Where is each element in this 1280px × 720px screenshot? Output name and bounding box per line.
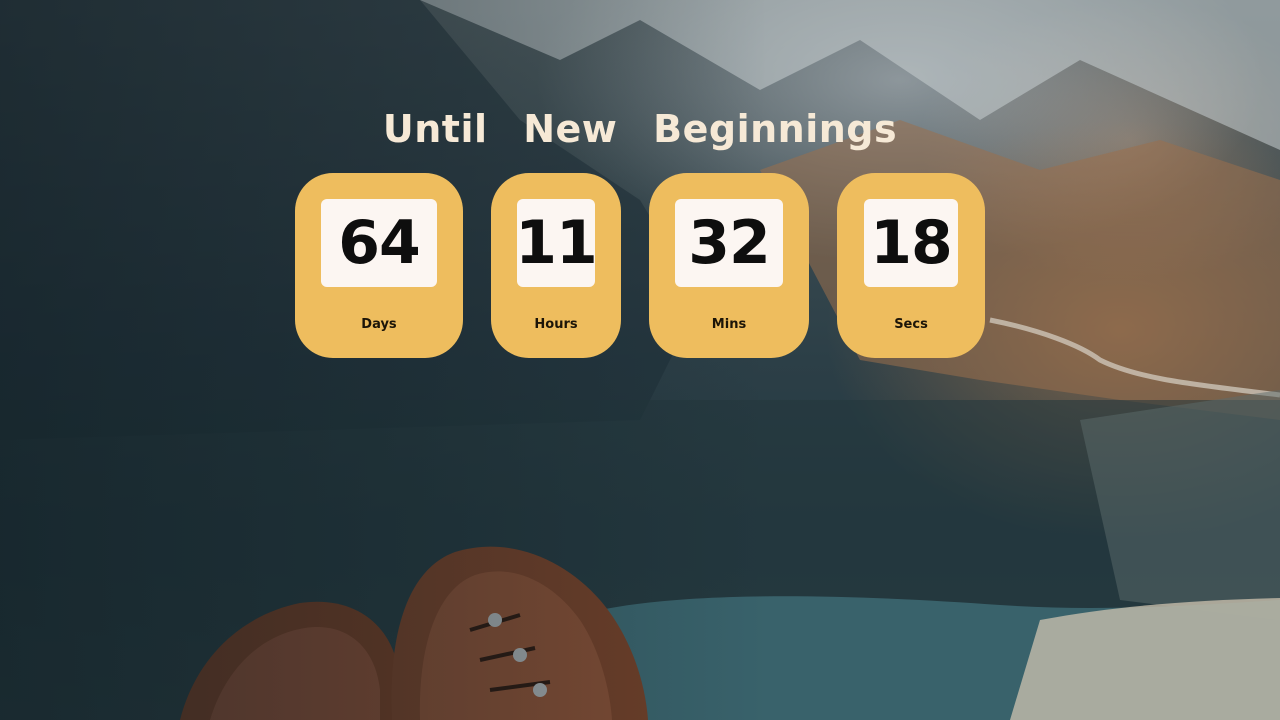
secs-label: Secs — [894, 317, 928, 332]
days-value: 64 — [321, 199, 437, 287]
countdown-hours-card: 11 Hours — [491, 173, 621, 358]
mins-value: 32 — [675, 199, 783, 287]
countdown-timer: 64 Days 11 Hours 32 Mins 18 Secs — [295, 173, 985, 358]
headline: Until New Beginnings — [0, 107, 1280, 151]
hours-label: Hours — [534, 317, 578, 332]
countdown-days-card: 64 Days — [295, 173, 463, 358]
headline-word-new: New — [523, 107, 618, 152]
headline-word-beginnings: Beginnings — [653, 107, 898, 152]
hours-value: 11 — [515, 199, 598, 287]
secs-value: 18 — [864, 199, 958, 287]
countdown-mins-card: 32 Mins — [649, 173, 809, 358]
days-label: Days — [361, 317, 397, 332]
countdown-secs-card: 18 Secs — [837, 173, 985, 358]
headline-word-until: Until — [382, 107, 488, 152]
mins-label: Mins — [711, 317, 747, 332]
